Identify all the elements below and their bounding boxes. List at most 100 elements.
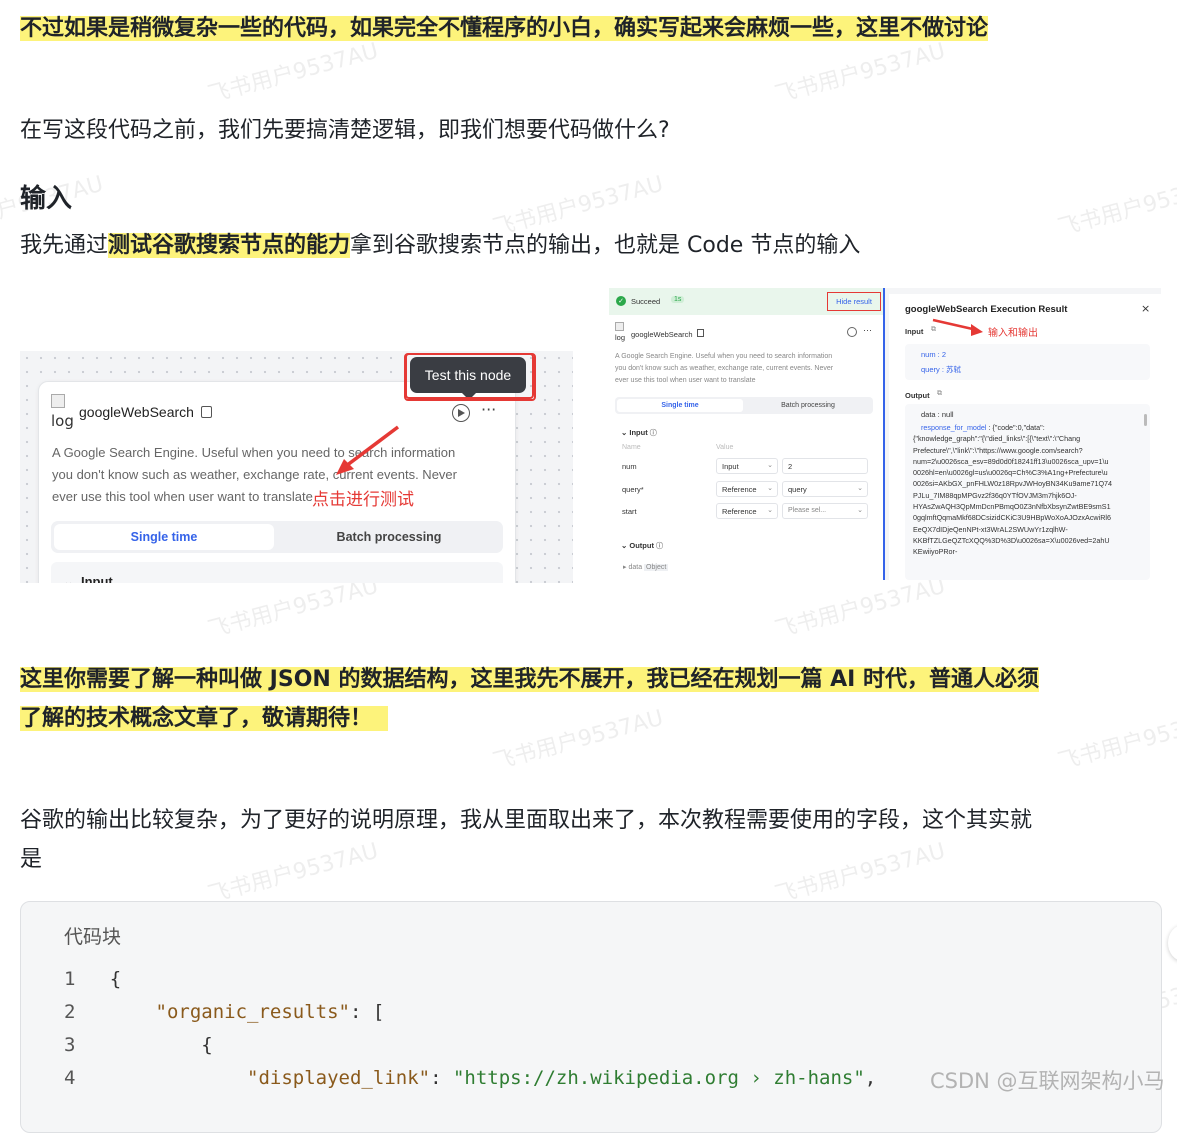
status-bar: ✓ Succeed 1s Hide result	[609, 288, 883, 315]
json-line-query: query : 苏轼	[921, 365, 962, 374]
code-line: 4 "displayed_link": "https://zh.wikipedi…	[64, 1067, 876, 1089]
chevron-down-icon[interactable]: ⌄	[63, 574, 74, 583]
paragraph-highlight-1: 不过如果是稍微复杂一些的代码，如果完全不懂程序的小白，确实写起来会麻烦一些，这里…	[20, 10, 989, 48]
param-type-select-num[interactable]: Input ⌄	[716, 458, 778, 474]
play-icon[interactable]	[847, 327, 857, 337]
code-text: : [	[350, 1001, 385, 1023]
desc-line: you don't know such as weather, exchange…	[615, 365, 834, 372]
json-line-data: data : null	[921, 410, 954, 419]
input-section: ⌄ Input	[51, 562, 503, 583]
result-title: googleWebSearch Execution Result	[905, 304, 1068, 315]
param-value-select-start[interactable]: Please sel... ⌄	[782, 503, 868, 519]
node-logo-broken-image: log	[51, 394, 74, 430]
text-line: 谷歌的输出比较复杂，为了更好的说明原理，我从里面取出来了，本次教程需要使用的字段…	[20, 808, 1033, 833]
panel-divider	[883, 288, 885, 580]
node-card: log googleWebSearch ··· A Google Search …	[38, 381, 516, 583]
desc-line: A Google Search Engine. Useful when you …	[615, 353, 833, 360]
result-input-label: Input	[905, 327, 924, 336]
input-section-title[interactable]: ⌄ Input ⓘ	[621, 428, 657, 438]
json-line: 0026si=AKbGX_pnFHLW0z18RpvJWHoyBN34Ku9am…	[913, 479, 1113, 489]
watermark: 飞书用户9537AU	[1055, 705, 1177, 776]
copy-icon[interactable]: ⧉	[937, 390, 942, 398]
output-section-title[interactable]: ⌄ Output ⓘ	[621, 541, 663, 551]
input-value: query	[788, 485, 807, 494]
input-section-label: Input	[629, 428, 648, 437]
param-value-select-query[interactable]: query ⌄	[782, 481, 868, 497]
tab-single-time[interactable]: Single time	[54, 524, 274, 550]
mode-switch: Single time Batch processing	[615, 397, 873, 414]
hide-result-button[interactable]: Hide result	[827, 292, 881, 311]
close-icon[interactable]: ×	[1141, 302, 1150, 315]
node-panel: ✓ Succeed 1s Hide result log googleWebSe…	[609, 288, 883, 580]
json-line: KEwiiyoPRor-	[913, 547, 958, 557]
status-text: Succeed	[631, 297, 661, 306]
highlight-text: 不过如果是稍微复杂一些的代码，如果完全不懂程序的小白，确实写起来会麻烦一些，这里…	[20, 16, 989, 41]
screenshot-execution-result: ✓ Succeed 1s Hide result log googleWebSe…	[609, 288, 1161, 580]
line-number: 4	[64, 1067, 76, 1089]
json-line: Prefecture\",\"link\":\"https://www.goog…	[913, 445, 1083, 455]
paragraph-json-highlight: 这里你需要了解一种叫做 JSON 的数据结构，这里我先不展开，我已经在规划一篇 …	[20, 660, 1039, 738]
json-line: EeQX7dIDjeQenNPt-xt3WrAL2SWUwYr1zqlhW-	[913, 524, 1068, 534]
tab-single-time[interactable]: Single time	[617, 399, 743, 412]
scrollbar[interactable]	[1144, 414, 1147, 426]
success-icon: ✓	[616, 296, 626, 306]
text-segment: 拿到谷歌搜索节点的输出，也就是 Code 节点的输入	[350, 233, 861, 258]
chevron-down-icon: ⌄	[767, 462, 773, 469]
json-line: PJLu_7IM88qpMPGvz2f36q0YTfOVJM3m7hjk6OJ-	[913, 490, 1077, 500]
code-block[interactable]: 代码块 1 { 2 "organic_results": [ 3 { 4 "di…	[20, 901, 1162, 1133]
param-value-input-num[interactable]: 2	[782, 458, 868, 474]
param-type-select-query[interactable]: Reference ⌄	[716, 481, 778, 497]
mode-switch: Single time Batch processing	[51, 521, 503, 553]
paragraph-logic: 在写这段代码之前，我们先要搞清楚逻辑，即我们想要代码做什么?	[20, 118, 670, 143]
output-field-data: ▸ data Object	[623, 564, 669, 571]
info-icon: ⓘ	[656, 543, 664, 550]
json-line: 0026hl=en\u0026gl=us\u0026q=Ch%C3%A1ng+P…	[913, 468, 1108, 478]
time-badge: 1s	[671, 296, 685, 303]
doc-icon	[200, 406, 212, 418]
code-text: {	[109, 968, 122, 990]
select-value: Reference	[722, 507, 757, 516]
play-icon[interactable]	[452, 404, 470, 422]
input-value: 2	[788, 462, 793, 471]
code-line: 1 {	[64, 968, 121, 990]
floating-action-button[interactable]	[1168, 925, 1177, 961]
select-value: Input	[722, 462, 739, 471]
chevron-down-icon: ⌄	[857, 485, 863, 492]
arrow-annotation-icon	[932, 318, 983, 336]
input-placeholder: Please sel...	[788, 507, 827, 514]
tab-batch-processing[interactable]: Batch processing	[277, 524, 501, 550]
paragraph-test: 我先通过测试谷歌搜索节点的能力拿到谷歌搜索节点的输出，也就是 Code 节点的输…	[20, 227, 860, 265]
chevron-down-icon: ⌄	[857, 507, 863, 514]
code-text: {	[201, 1034, 213, 1056]
output-json-box: data : null response_for_model : {"code"…	[905, 404, 1150, 580]
more-icon[interactable]: ···	[863, 325, 872, 335]
result-output-label: Output	[905, 391, 930, 400]
column-name-header: Name	[622, 444, 641, 451]
chevron-down-icon: ⌄	[767, 507, 773, 514]
image-alt: log	[51, 412, 74, 430]
json-response-text: response_for_model : {"code":0,"data": {…	[913, 422, 1147, 558]
csdn-watermark: CSDN @互联网架构小马	[930, 1069, 1165, 1093]
line-number: 2	[64, 1001, 76, 1023]
more-icon[interactable]: ···	[481, 400, 496, 419]
json-line: HYAsZwAQH3QpMmDcnPBmqO0Z3nNfbXbsynZwtBE9…	[913, 502, 1111, 512]
select-value: Reference	[722, 485, 757, 494]
json-line: num=2\u0026sca_esv=89d0d0f18241ff13\u002…	[913, 456, 1109, 466]
node-logo-broken-image: log	[615, 322, 625, 342]
output-section-label: Output	[629, 541, 654, 550]
annotation-box-test-node	[404, 353, 536, 401]
arrow-annotation-icon	[336, 425, 400, 475]
code-text: :	[430, 1067, 453, 1089]
info-icon: ⓘ	[649, 430, 657, 437]
param-type-select-start[interactable]: Reference ⌄	[716, 503, 778, 519]
result-panel: googleWebSearch Execution Result × Input…	[889, 294, 1161, 580]
column-value-header: Value	[716, 444, 734, 451]
annotation-click-to-test: 点击进行测试	[312, 490, 414, 510]
highlight-text: 这里你需要了解一种叫做 JSON 的数据结构，这里我先不展开，我已经在规划一篇 …	[20, 667, 1039, 692]
output-field-type: Object	[644, 564, 669, 571]
json-line: {"knowledge_graph":"{\"died_links\":[{\"…	[913, 434, 1081, 444]
input-json-box: num : 2 query : 苏轼	[905, 344, 1150, 380]
tab-batch-processing[interactable]: Batch processing	[745, 399, 871, 412]
param-name-query: query*	[622, 485, 644, 494]
output-field-name: data	[628, 564, 643, 571]
